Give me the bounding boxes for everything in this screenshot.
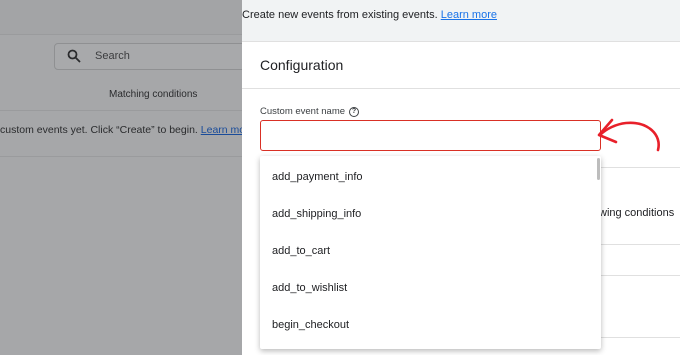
panel-intro-text: Create new events from existing events. — [242, 9, 438, 21]
divider — [601, 167, 680, 168]
create-event-panel: Create new events from existing events. … — [242, 0, 680, 355]
custom-event-name-input[interactable] — [260, 120, 601, 151]
divider — [242, 88, 680, 89]
divider — [0, 156, 242, 157]
suggestion-option[interactable]: add_payment_info — [260, 158, 596, 195]
suggestion-option[interactable]: add_to_wishlist — [260, 269, 596, 306]
suggestion-option[interactable]: add_shipping_info — [260, 195, 596, 232]
divider — [0, 110, 242, 111]
annotation-arrow-icon — [597, 118, 660, 152]
background-page: Search Matching conditions custom events… — [0, 0, 254, 355]
suggestion-option[interactable]: begin_checkout — [260, 306, 596, 343]
event-name-suggestions-dropdown: add_payment_info add_shipping_info add_t… — [260, 156, 601, 349]
empty-state-text: custom events yet. Click “Create” to beg… — [0, 124, 198, 136]
panel-intro-learn-more-link[interactable]: Learn more — [441, 9, 497, 21]
divider — [601, 244, 680, 245]
panel-intro-band: Create new events from existing events. … — [242, 0, 680, 42]
search-placeholder: Search — [95, 50, 130, 62]
custom-event-name-label: Custom event name ? — [260, 106, 360, 117]
configuration-title: Configuration — [260, 57, 344, 73]
background-top-band — [0, 0, 242, 34]
search-icon — [67, 49, 81, 63]
divider — [601, 275, 680, 276]
custom-event-name-label-text: Custom event name — [260, 106, 346, 117]
background-search-box[interactable]: Search — [54, 43, 254, 70]
divider — [0, 34, 242, 35]
empty-state-message: custom events yet. Click “Create” to beg… — [0, 124, 254, 136]
suggestion-option[interactable]: add_to_cart — [260, 232, 596, 269]
matching-conditions-text: wing conditions — [599, 207, 675, 219]
help-circle-icon[interactable]: ? — [349, 106, 360, 117]
column-header-matching-conditions: Matching conditions — [109, 89, 198, 100]
divider — [601, 337, 680, 338]
dropdown-scrollbar[interactable] — [597, 158, 600, 180]
panel-intro: Create new events from existing events. … — [242, 9, 497, 21]
